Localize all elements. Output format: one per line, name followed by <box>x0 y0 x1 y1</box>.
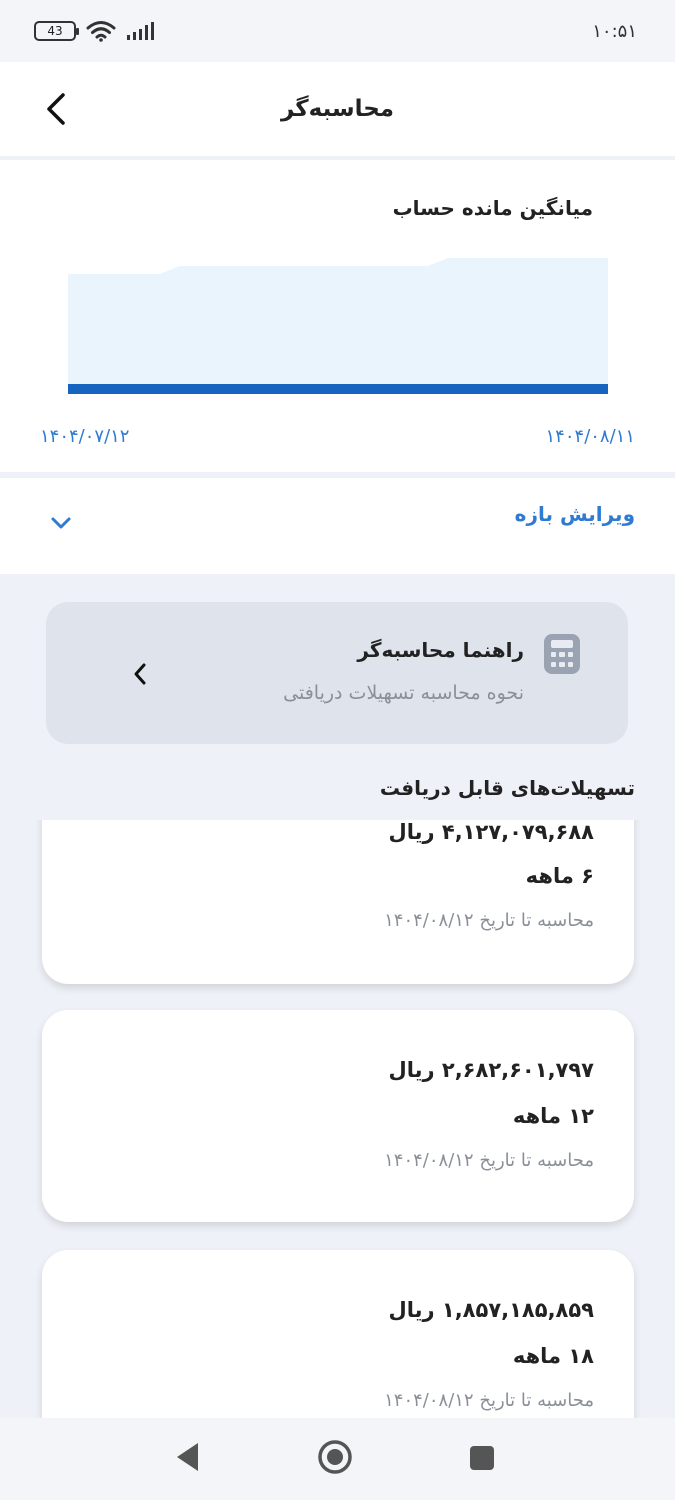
chart-baseline <box>68 384 608 394</box>
edit-range-row[interactable]: ویرایش بازه <box>0 478 675 574</box>
page-title: محاسبه‌گر <box>280 96 395 122</box>
status-icons: 43 <box>34 20 154 42</box>
guide-subtitle: نحوه محاسبه تسهیلات دریافتی <box>283 682 524 704</box>
loan-term: ۱۸ ماهه <box>512 1344 594 1368</box>
app-header: محاسبه‌گر <box>0 62 675 156</box>
loan-amount: ۱,۸۵۷,۱۸۵,۸۵۹ ریال <box>388 1298 594 1322</box>
loan-amount: ۴,۱۲۷,۰۷۹,۶۸۸ ریال <box>388 820 594 844</box>
chevron-down-icon[interactable] <box>50 516 72 530</box>
loan-term: ۶ ماهه <box>525 864 594 888</box>
chevron-left-icon <box>47 93 65 125</box>
loan-date-note: محاسبه تا تاریخ ۱۴۰۴/۰۸/۱۲ <box>384 910 594 931</box>
balance-chart <box>68 258 608 394</box>
signal-icon <box>127 22 154 40</box>
chart-start-date: ۱۴۰۴/۰۷/۱۲ <box>40 426 130 447</box>
loan-term: ۱۲ ماهه <box>512 1104 594 1128</box>
facilities-section-title: تسهیلات‌های قابل دریافت <box>379 776 635 800</box>
loan-date-note: محاسبه تا تاریخ ۱۴۰۴/۰۸/۱۲ <box>384 1150 594 1171</box>
nav-back-icon[interactable] <box>174 1440 200 1474</box>
facilities-list[interactable]: ۴,۱۲۷,۰۷۹,۶۸۸ ریال ۶ ماهه محاسبه تا تاری… <box>0 820 675 1418</box>
calculator-guide-card[interactable]: راهنما محاسبه‌گر نحوه محاسبه تسهیلات دری… <box>46 602 628 744</box>
loan-card[interactable]: ۲,۶۸۲,۶۰۱,۷۹۷ ریال ۱۲ ماهه محاسبه تا تار… <box>42 1010 634 1222</box>
back-button[interactable] <box>38 87 74 131</box>
nav-recents-icon[interactable] <box>468 1444 496 1472</box>
status-bar: 43 ۱۰:۵۱ <box>0 0 675 62</box>
chart-title: میانگین مانده حساب <box>392 196 593 220</box>
clock: ۱۰:۵۱ <box>592 20 637 42</box>
chart-area <box>68 258 608 390</box>
battery-level: 43 <box>47 24 63 38</box>
chart-end-date: ۱۴۰۴/۰۸/۱۱ <box>545 426 635 447</box>
loan-date-note: محاسبه تا تاریخ ۱۴۰۴/۰۸/۱۲ <box>384 1390 594 1411</box>
guide-title: راهنما محاسبه‌گر <box>357 638 524 662</box>
battery-icon: 43 <box>34 21 79 41</box>
balance-chart-card: میانگین مانده حساب ۱۴۰۴/۰۷/۱۲ ۱۴۰۴/۰۸/۱۱ <box>0 160 675 472</box>
wifi-icon <box>86 21 116 42</box>
calculator-icon <box>544 634 580 674</box>
edit-range-label[interactable]: ویرایش بازه <box>515 502 635 526</box>
system-nav-bar <box>0 1418 675 1500</box>
nav-home-icon[interactable] <box>316 1438 354 1476</box>
loan-card[interactable]: ۴,۱۲۷,۰۷۹,۶۸۸ ریال ۶ ماهه محاسبه تا تاری… <box>42 820 634 984</box>
loan-card[interactable]: ۱,۸۵۷,۱۸۵,۸۵۹ ریال ۱۸ ماهه محاسبه تا تار… <box>42 1250 634 1418</box>
loan-amount: ۲,۶۸۲,۶۰۱,۷۹۷ ریال <box>388 1058 594 1082</box>
chevron-left-icon <box>134 663 146 685</box>
